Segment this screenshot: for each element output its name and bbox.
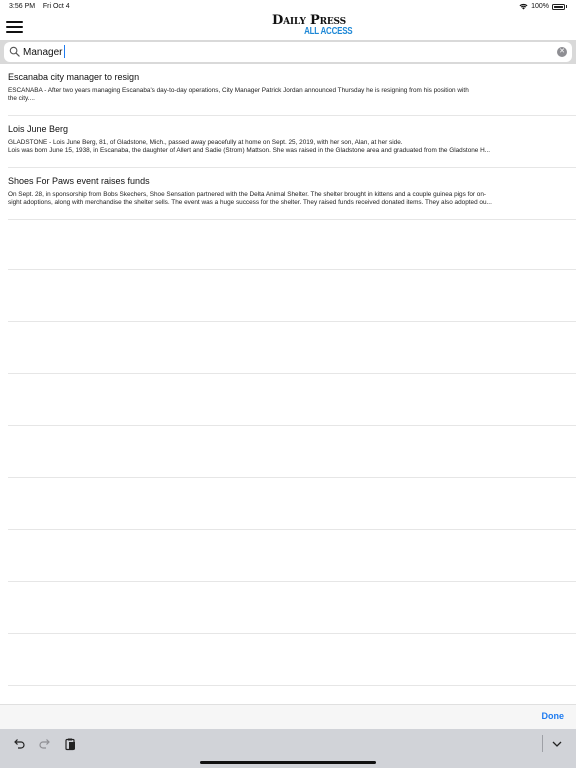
daily-press-logo: Daily Press ALL ACCESS	[264, 14, 354, 38]
hamburger-line	[6, 31, 23, 33]
home-indicator	[200, 761, 376, 764]
text-caret	[64, 45, 65, 58]
status-bar: 3:56 PM Fri Oct 4 100%	[0, 0, 576, 13]
keyboard-divider	[542, 735, 543, 752]
empty-row	[8, 634, 576, 686]
battery-icon	[552, 3, 565, 10]
empty-row	[8, 218, 576, 270]
logo-bottom-text: ALL ACCESS	[304, 26, 353, 37]
result-snippet: On Sept. 28, in sponsorship from Bobs Sk…	[8, 191, 492, 206]
empty-row	[8, 478, 576, 530]
status-right: 100%	[519, 0, 567, 13]
result-item[interactable]: Shoes For Paws event raises funds On Sep…	[8, 168, 576, 220]
empty-row	[8, 374, 576, 426]
paste-icon[interactable]	[63, 737, 77, 751]
clear-icon[interactable]: ✕	[557, 47, 567, 57]
done-button[interactable]: Done	[542, 711, 565, 721]
result-title[interactable]: Shoes For Paws event raises funds	[8, 176, 576, 187]
hamburger-menu-icon[interactable]	[6, 21, 23, 34]
empty-list-rows	[8, 218, 576, 686]
empty-row	[8, 426, 576, 478]
redo-icon[interactable]	[38, 737, 52, 751]
result-item[interactable]: Escanaba city manager to resign ESCANABA…	[8, 64, 576, 116]
result-title[interactable]: Escanaba city manager to resign	[8, 72, 576, 83]
app-header: Daily Press ALL ACCESS	[0, 13, 576, 40]
status-time: 3:56 PM	[9, 3, 36, 10]
app-root: 3:56 PM Fri Oct 4 100% Daily Press ALL A…	[0, 0, 576, 768]
hamburger-line	[6, 21, 23, 23]
search-input[interactable]	[23, 44, 543, 60]
battery-tip	[566, 5, 567, 8]
keyboard-shortcut-bar	[0, 729, 576, 768]
status-date: Fri Oct 4	[42, 3, 70, 10]
keyboard-accessory-bar: Done	[0, 704, 576, 729]
status-time-date: 3:56 PM Fri Oct 4	[9, 0, 70, 13]
undo-icon[interactable]	[12, 737, 26, 751]
result-item[interactable]: Lois June Berg GLADSTONE - Lois June Ber…	[8, 116, 576, 168]
search-icon	[9, 46, 20, 57]
wifi-icon	[519, 3, 528, 10]
battery-percent: 100%	[531, 3, 549, 10]
empty-row	[8, 270, 576, 322]
search-bar: ✕	[0, 40, 576, 64]
result-snippet: GLADSTONE - Lois June Berg, 81, of Glads…	[8, 139, 491, 154]
empty-row	[8, 530, 576, 582]
result-title[interactable]: Lois June Berg	[8, 124, 576, 135]
empty-row	[8, 322, 576, 374]
chevron-down-icon[interactable]	[550, 737, 564, 751]
hamburger-line	[6, 26, 23, 28]
empty-row	[8, 582, 576, 634]
search-results: Escanaba city manager to resign ESCANABA…	[8, 64, 576, 220]
result-snippet: ESCANABA - After two years managing Esca…	[8, 87, 469, 102]
search-box[interactable]: ✕	[4, 42, 572, 62]
